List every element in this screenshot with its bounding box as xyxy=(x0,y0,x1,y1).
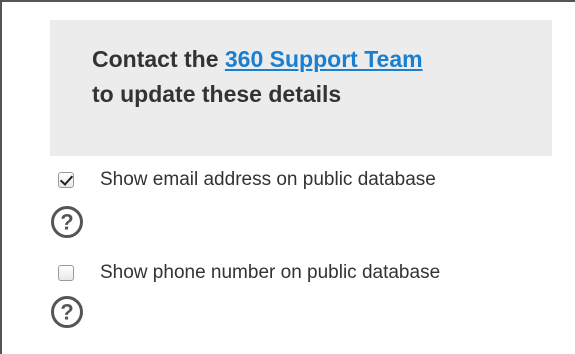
phone-visibility-label: Show phone number on public database xyxy=(100,262,441,283)
phone-visibility-checkbox[interactable] xyxy=(58,265,74,281)
question-circle-icon[interactable]: ? xyxy=(50,205,84,239)
email-visibility-option[interactable]: Show email address on public database xyxy=(58,167,436,193)
notice-text-after: to update these details xyxy=(92,81,342,107)
question-circle-icon[interactable]: ? xyxy=(50,295,84,329)
email-visibility-checkbox[interactable] xyxy=(58,172,74,188)
svg-text:?: ? xyxy=(60,300,73,325)
contact-details-panel: Contact the 360 Support Team to update t… xyxy=(0,0,575,354)
phone-visibility-option[interactable]: Show phone number on public database xyxy=(58,260,440,286)
support-notice: Contact the 360 Support Team to update t… xyxy=(50,20,552,156)
email-visibility-label: Show email address on public database xyxy=(100,169,436,190)
notice-text-before: Contact the xyxy=(92,46,225,72)
svg-text:?: ? xyxy=(60,210,73,235)
support-team-link[interactable]: 360 Support Team xyxy=(225,46,423,72)
